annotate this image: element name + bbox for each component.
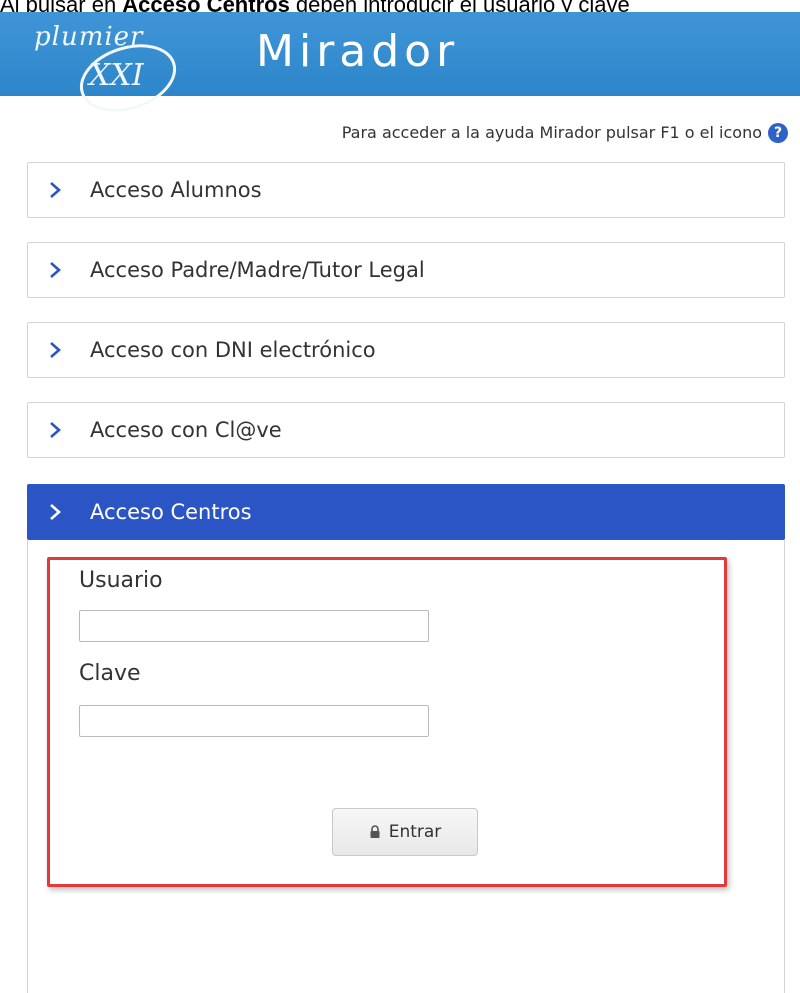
mirador-login-page: Al pulsar en Acceso Centros deben introd… [0, 0, 800, 993]
chevron-right-icon [50, 342, 61, 358]
accordion-item-centros[interactable]: Acceso Centros [27, 484, 785, 540]
logo-xxi: XXI [89, 58, 144, 93]
app-header: plumier XXI Mirador [0, 12, 800, 112]
enter-button-label: Entrar [388, 822, 442, 842]
password-label: Clave [79, 661, 141, 686]
password-input[interactable] [79, 705, 429, 737]
accordion-label: Acceso con Cl@ve [90, 418, 282, 442]
help-text: Para acceder a la ayuda Mirador pulsar F… [341, 123, 762, 142]
plumier-logo: plumier XXI [4, 12, 194, 124]
accordion-label: Acceso con DNI electrónico [90, 338, 376, 362]
accordion-item-padres[interactable]: Acceso Padre/Madre/Tutor Legal [27, 242, 785, 298]
lock-icon [370, 825, 380, 838]
user-label: Usuario [79, 568, 163, 593]
accordion-item-dni[interactable]: Acceso con DNI electrónico [27, 322, 785, 378]
logo-text: plumier [34, 22, 144, 52]
user-input[interactable] [79, 610, 429, 642]
accordion-label: Acceso Alumnos [90, 178, 262, 202]
accordion-item-alumnos[interactable]: Acceso Alumnos [27, 162, 785, 218]
question-circle-icon[interactable]: ? [768, 123, 788, 143]
accordion-label: Acceso Centros [90, 500, 252, 524]
chevron-right-icon [50, 182, 61, 198]
chevron-right-icon [50, 504, 61, 520]
chevron-right-icon [50, 422, 61, 438]
enter-button[interactable]: Entrar [332, 808, 478, 856]
accordion-label: Acceso Padre/Madre/Tutor Legal [90, 258, 425, 282]
help-line: Para acceder a la ayuda Mirador pulsar F… [342, 120, 788, 146]
app-title: Mirador [256, 26, 460, 77]
accordion-item-clave[interactable]: Acceso con Cl@ve [27, 402, 785, 458]
chevron-right-icon [50, 262, 61, 278]
